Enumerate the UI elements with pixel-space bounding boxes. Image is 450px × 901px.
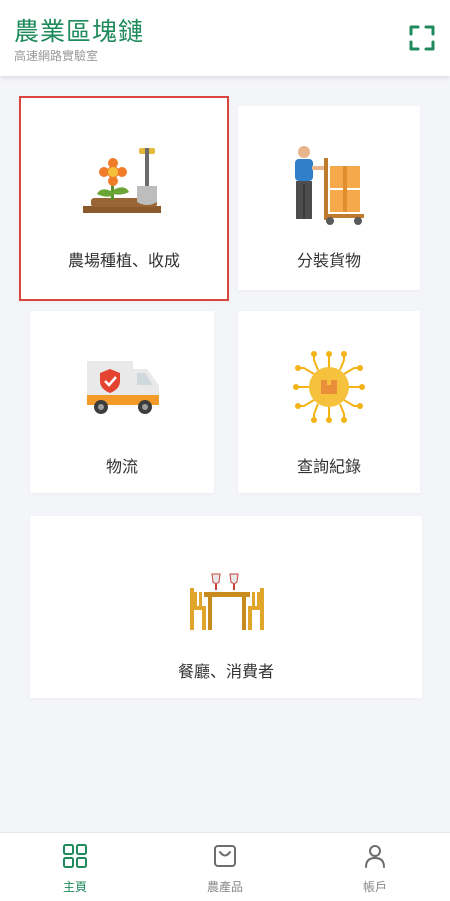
card-label: 農場種植、收成 — [67, 251, 180, 270]
app-header: 農業區塊鏈 高速網路實驗室 — [0, 0, 450, 76]
user-icon — [365, 845, 385, 868]
tab-products[interactable]: 農產品 — [150, 833, 300, 901]
tab-label: 主頁 — [62, 880, 87, 894]
shopping-bag-icon — [214, 845, 236, 867]
tab-home[interactable]: 主頁 — [0, 833, 150, 901]
grid-icon — [63, 844, 87, 868]
blockchain-chip-icon — [293, 351, 365, 423]
bottom-tab-bar: 主頁 農產品 帳戶 — [0, 832, 450, 901]
card-farm-planting[interactable]: 農場種植、收成 — [19, 96, 229, 301]
worker-hand-truck-icon — [295, 146, 364, 225]
card-logistics[interactable]: 物流 — [30, 311, 214, 493]
scan-icon[interactable] — [406, 22, 438, 54]
tab-label: 農產品 — [206, 880, 243, 894]
card-label: 餐廳、消費者 — [177, 662, 274, 681]
planting-shovel-icon — [83, 148, 161, 213]
card-label: 分裝貨物 — [296, 251, 361, 270]
card-packaging[interactable]: 分裝貨物 — [238, 106, 420, 290]
app-title: 農業區塊鏈 — [14, 17, 145, 46]
app-subtitle: 高速網路實驗室 — [14, 49, 99, 63]
tab-label: 帳戶 — [362, 880, 387, 894]
card-label: 物流 — [105, 457, 138, 476]
card-label: 查詢紀錄 — [296, 457, 361, 476]
delivery-truck-icon — [87, 361, 159, 414]
card-query-records[interactable]: 查詢紀錄 — [238, 311, 420, 493]
card-restaurant-consumer[interactable]: 餐廳、消費者 — [30, 516, 422, 698]
restaurant-table-icon — [190, 573, 264, 630]
tab-account[interactable]: 帳戶 — [300, 833, 450, 901]
